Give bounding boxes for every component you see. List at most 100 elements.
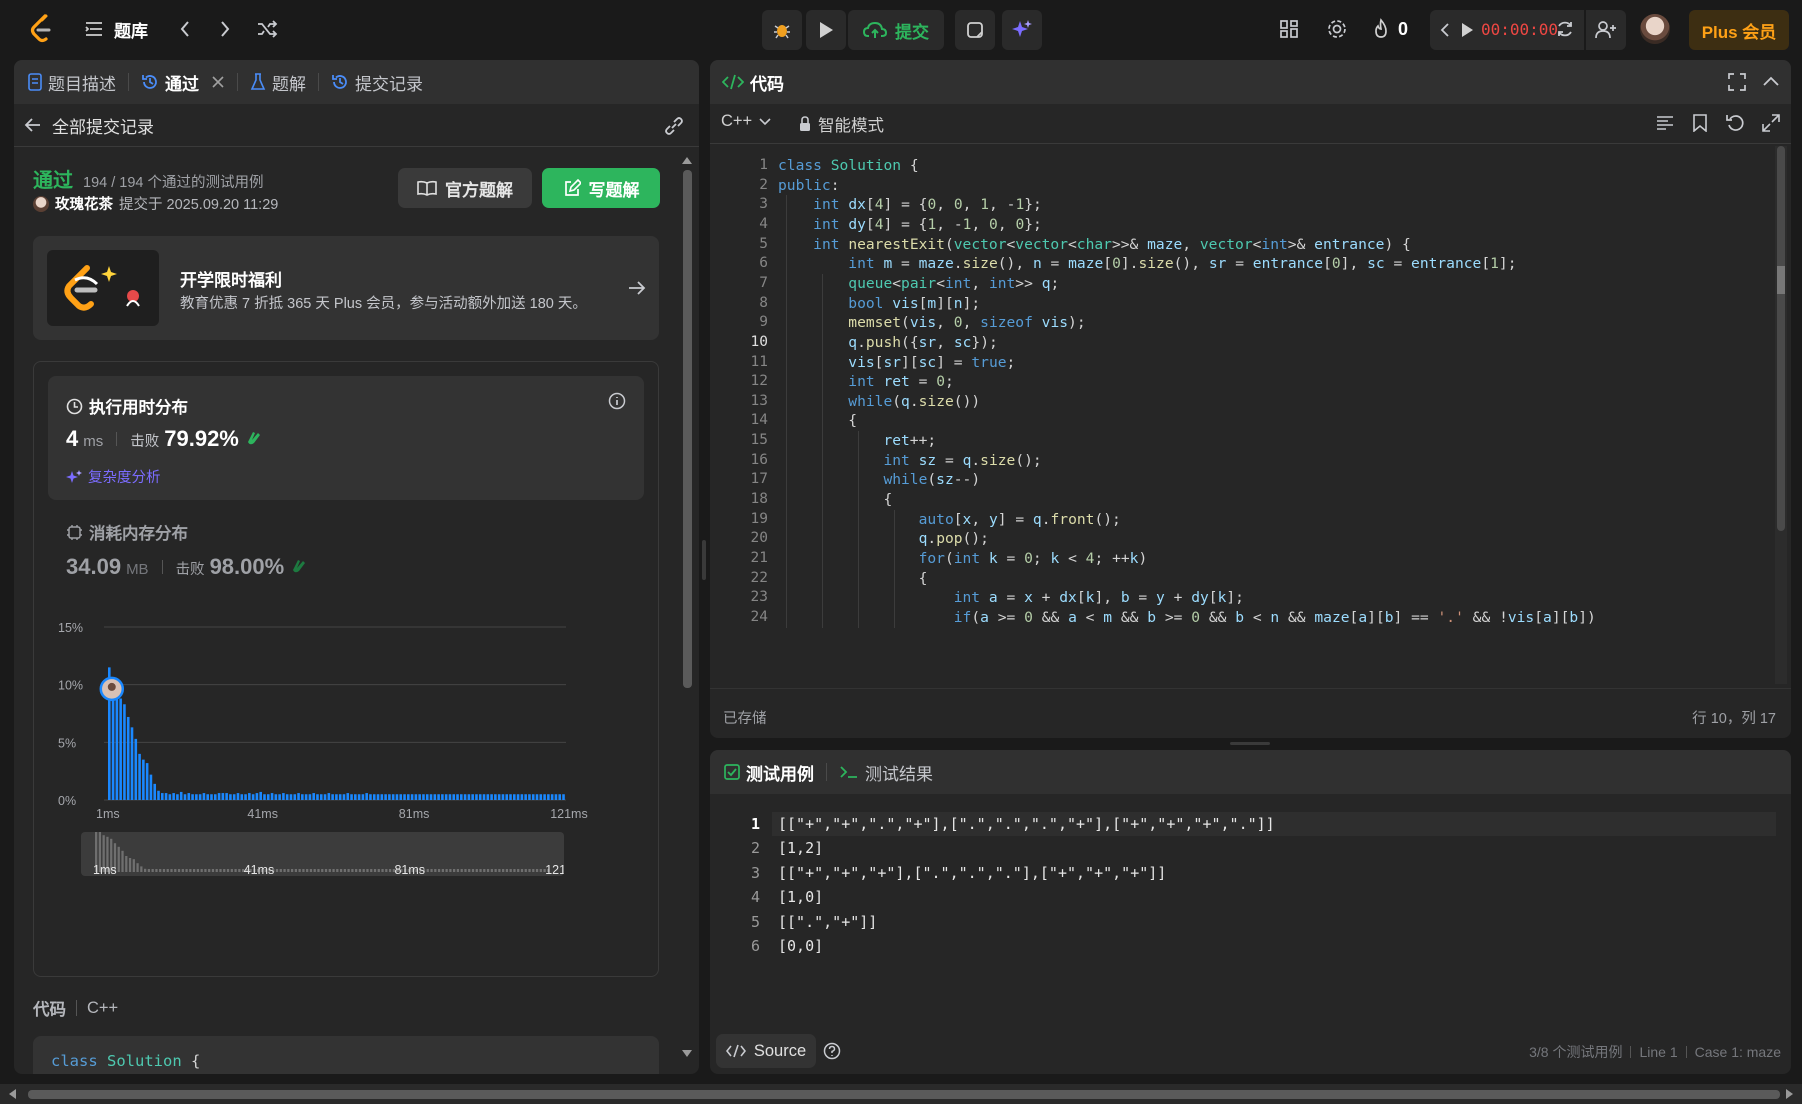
run-button[interactable] bbox=[806, 10, 846, 50]
vertical-splitter[interactable] bbox=[702, 540, 706, 580]
brush-bar bbox=[321, 869, 324, 872]
brush-bar bbox=[479, 869, 482, 872]
ai-assistant-button[interactable] bbox=[1002, 10, 1042, 50]
timer-reset-icon[interactable] bbox=[1553, 17, 1577, 41]
collapse-icon[interactable] bbox=[1762, 73, 1780, 91]
close-icon[interactable] bbox=[211, 75, 225, 89]
code-preview-divider bbox=[76, 1000, 77, 1016]
promo-banner[interactable]: 开学限时福利 教育优惠 7 折抵 365 天 Plus 会员，参与活动额外加送 … bbox=[33, 236, 659, 340]
cursor-position: 行 10，列 17 bbox=[1692, 711, 1776, 727]
timer-collapse-icon[interactable] bbox=[1436, 18, 1454, 42]
problem-list-button[interactable]: 题库 bbox=[84, 14, 148, 44]
write-solution-button[interactable]: 写题解 bbox=[542, 168, 660, 208]
submit-button[interactable]: 提交 bbox=[848, 10, 944, 50]
submit-time: 提交于 2025.09.20 11:29 bbox=[119, 197, 279, 213]
chart-bar bbox=[179, 791, 183, 800]
chart-range-brush[interactable]: 1ms 41ms 81ms 121ms bbox=[81, 832, 564, 876]
tab-solutions[interactable]: 题解 bbox=[238, 60, 318, 104]
fullscreen-icon[interactable] bbox=[1728, 73, 1746, 91]
left-tab-bar: 题目描述 通过 题解 提交记录 bbox=[14, 60, 699, 104]
tab-code[interactable]: 代码 bbox=[710, 60, 796, 104]
chart-bar bbox=[301, 794, 304, 800]
streak-counter[interactable]: 0 bbox=[1372, 14, 1408, 44]
timer-play-icon[interactable] bbox=[1458, 18, 1476, 42]
chart-bar bbox=[274, 794, 278, 800]
line-number: 17 bbox=[750, 471, 768, 488]
tab-accepted[interactable]: 通过 bbox=[129, 60, 237, 104]
line-number: 2 bbox=[759, 176, 768, 193]
scroll-right-icon[interactable] bbox=[1782, 1087, 1796, 1101]
testcase-line-number: 6 bbox=[750, 937, 760, 955]
chart-bar bbox=[543, 794, 546, 800]
notes-button[interactable] bbox=[955, 10, 995, 50]
left-scrollbar[interactable] bbox=[680, 148, 694, 1074]
bookmark-icon[interactable] bbox=[1692, 114, 1708, 132]
tab-testcases[interactable]: 测试用例 bbox=[710, 750, 826, 794]
testcase-editor[interactable]: 1 [["+","+",".","+"],[".",".",".","+"],["… bbox=[710, 806, 1791, 966]
submitter-name[interactable]: 玫瑰花茶 bbox=[55, 193, 113, 214]
chart-bar bbox=[304, 794, 308, 800]
memory-value: 34.09 bbox=[66, 554, 122, 579]
chart-bar bbox=[475, 794, 478, 800]
status-line: 通过 194 / 194 个通过的测试用例 bbox=[33, 164, 264, 193]
tab-submissions[interactable]: 提交记录 bbox=[319, 60, 435, 104]
brush-bar bbox=[234, 869, 237, 872]
official-solution-button[interactable]: 官方题解 bbox=[398, 168, 532, 208]
smart-mode[interactable]: 智能模式 bbox=[798, 112, 884, 136]
chart-bar bbox=[183, 794, 187, 800]
chart-bar bbox=[240, 794, 244, 800]
runtime-divider bbox=[116, 432, 118, 446]
scroll-left-icon[interactable] bbox=[6, 1087, 20, 1101]
plus-membership-button[interactable]: Plus 会员 bbox=[1689, 10, 1789, 50]
testcase-line-number: 2 bbox=[750, 839, 760, 858]
leetcode-logo-icon[interactable] bbox=[26, 12, 56, 44]
streak-count: 0 bbox=[1398, 18, 1409, 39]
testcase-line-number: 4 bbox=[750, 888, 760, 907]
tab-description[interactable]: 题目描述 bbox=[14, 60, 128, 104]
chart-bar bbox=[509, 794, 512, 800]
code-area[interactable]: 1 class Solution {2 public: 3 int dx[4] = {… bbox=[710, 146, 1770, 684]
line-number: 20 bbox=[750, 530, 768, 547]
editor-scrollbar[interactable] bbox=[1775, 146, 1787, 684]
horizontal-splitter[interactable] bbox=[1230, 742, 1270, 745]
avatar[interactable] bbox=[1640, 14, 1670, 44]
complexity-analysis-link[interactable]: 复杂度分析 bbox=[66, 466, 161, 487]
horizontal-scroll-thumb[interactable] bbox=[28, 1090, 1780, 1099]
scroll-up-icon[interactable] bbox=[680, 154, 694, 166]
help-icon[interactable] bbox=[823, 1042, 841, 1060]
memory-box[interactable]: 消耗内存分布 34.09 MB 击败 98.00% bbox=[48, 510, 644, 590]
runtime-box[interactable]: 执行用时分布 4 ms 击败 79.92% 复杂度分析 bbox=[48, 376, 644, 500]
next-problem-icon[interactable] bbox=[214, 16, 236, 42]
language-select[interactable]: C++ bbox=[721, 112, 772, 131]
shuffle-icon[interactable] bbox=[254, 16, 280, 42]
reset-icon[interactable] bbox=[1726, 114, 1744, 132]
y-tick-label: 15% bbox=[58, 621, 83, 635]
info-icon[interactable] bbox=[608, 392, 626, 410]
source-button[interactable]: Source bbox=[716, 1034, 816, 1068]
window-horizontal-scrollbar[interactable] bbox=[0, 1084, 1802, 1104]
tab-test-results[interactable]: 测试结果 bbox=[827, 750, 945, 794]
chart-bar bbox=[486, 794, 490, 800]
chevron-down-icon bbox=[759, 117, 771, 125]
link-icon[interactable] bbox=[662, 114, 686, 138]
expand-icon[interactable] bbox=[1762, 114, 1780, 132]
editor-scroll-thumb[interactable] bbox=[1777, 146, 1785, 531]
chart-bar bbox=[342, 794, 346, 800]
brush-bar bbox=[498, 869, 501, 872]
memory-unit: MB bbox=[126, 561, 149, 578]
brush-bar bbox=[166, 869, 169, 872]
scroll-down-icon[interactable] bbox=[680, 1048, 694, 1060]
invite-button[interactable] bbox=[1586, 10, 1626, 50]
settings-gear-icon[interactable] bbox=[1324, 16, 1350, 42]
line-number: 1 bbox=[759, 157, 768, 173]
code-preview-box[interactable]: class Solution { public: bbox=[33, 1036, 659, 1074]
format-icon[interactable] bbox=[1656, 114, 1674, 132]
layout-icon[interactable] bbox=[1276, 16, 1302, 42]
list-icon bbox=[85, 22, 102, 36]
left-scroll-area[interactable]: 通过 194 / 194 个通过的测试用例 玫瑰花茶 提交于 2025.09.2… bbox=[14, 148, 699, 1074]
back-to-submissions[interactable]: 全部提交记录 bbox=[24, 112, 154, 138]
brush-tick-label: 41ms bbox=[244, 863, 275, 876]
debug-button[interactable] bbox=[762, 10, 802, 50]
prev-problem-icon[interactable] bbox=[174, 16, 196, 42]
left-scroll-thumb[interactable] bbox=[683, 170, 692, 688]
